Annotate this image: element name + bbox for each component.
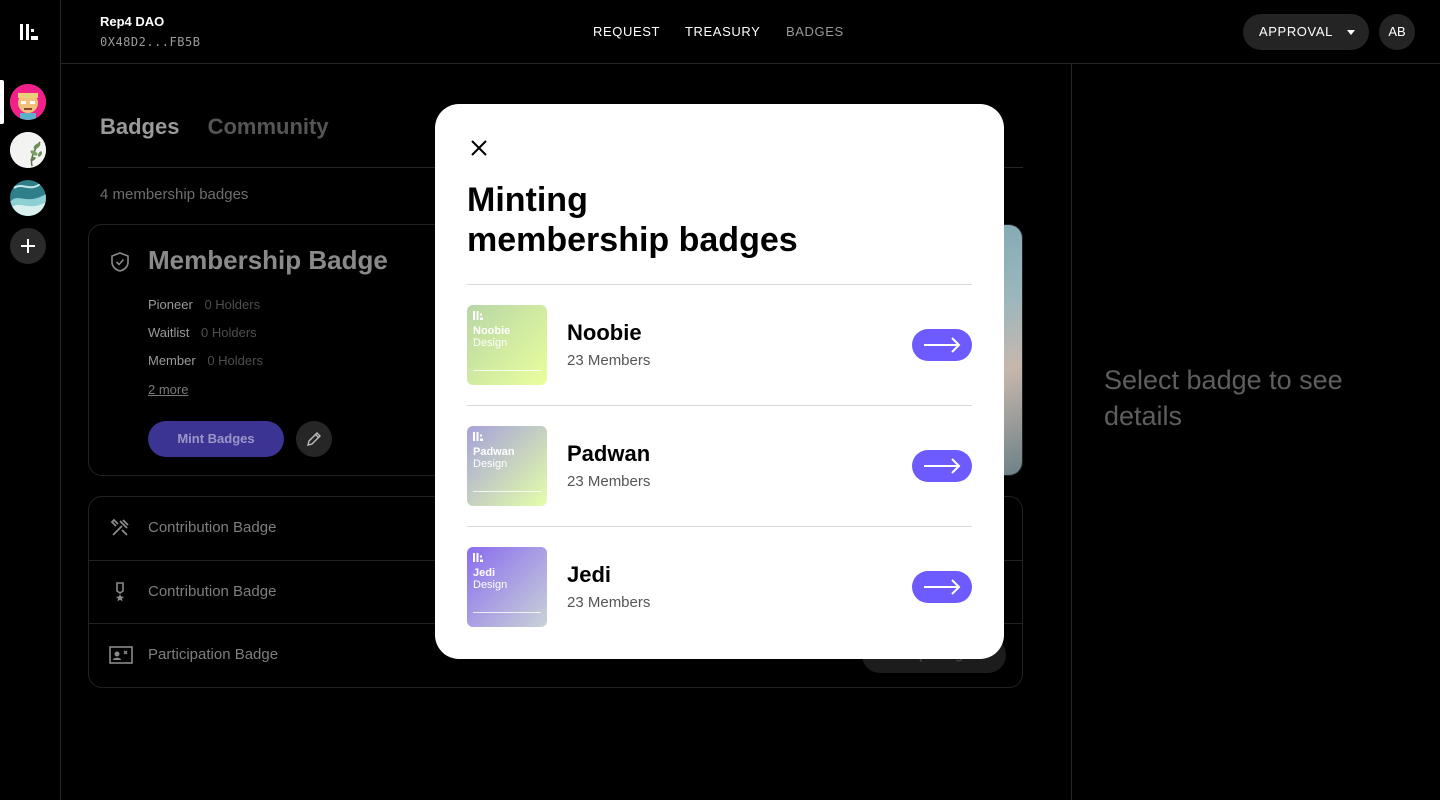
tier-holders: 0 Holders [204,297,261,312]
badge-count: 4 membership badges [100,186,249,203]
tier-row: Waitlist 0 Holders [148,325,263,353]
wave-avatar-icon [10,180,46,216]
brand-mark-icon [473,311,483,320]
tier-name: Member [148,353,196,368]
minting-modal: Minting membership badges Noobie Design … [435,104,1004,659]
mint-badge-row-jedi[interactable]: Jedi Design Jedi 23 Members [467,526,972,647]
modal-title-line1: Minting [467,181,588,219]
badge-thumbnail: Jedi Design [467,547,547,627]
dao-avatar-rep4[interactable] [10,84,46,120]
badge-members: 23 Members [567,594,651,611]
thumb-subtitle: Design [473,458,508,470]
membership-badge-title: Membership Badge [148,245,388,275]
top-bar: Rep4 DAO 0X48D2...FB5B REQUEST TREASURY … [61,0,1440,64]
shield-check-icon [111,252,129,272]
thumb-subtitle: Design [473,579,508,591]
arrow-right-icon [924,458,961,474]
tier-name: Pioneer [148,297,193,312]
nav-treasury[interactable]: TREASURY [685,24,760,39]
tier-row: Member 0 Holders [148,353,263,381]
badge-row-label: Contribution Badge [148,583,277,600]
nav-badges[interactable]: BADGES [786,24,844,39]
thumb-divider [473,491,541,492]
thumb-title: Padwan [473,446,515,458]
tier-row: Pioneer 0 Holders [148,297,263,325]
user-avatar[interactable]: AB [1379,14,1415,50]
badge-name: Padwan [567,441,651,466]
thumb-subtitle: Design [473,337,508,349]
arrow-right-icon [924,337,961,353]
badge-members: 23 Members [567,352,651,369]
tier-holders: 0 Holders [201,325,257,340]
tier-name: Waitlist [148,325,190,340]
pencil-icon [307,432,321,446]
arrow-right-icon [924,579,961,595]
thumb-divider [473,612,541,613]
id-card-icon [109,646,133,664]
badge-row-label: Contribution Badge [148,519,277,536]
dao-name: Rep4 DAO [100,14,165,29]
add-dao-button[interactable] [10,228,46,264]
thumb-title: Noobie [473,325,511,337]
brand-mark-icon [473,553,483,562]
tier-list: Pioneer 0 Holders Waitlist 0 Holders Mem… [148,297,263,381]
brand-mark-icon [473,432,483,441]
dao-avatar-plant[interactable] [10,132,46,168]
mint-jedi-button[interactable] [912,571,972,603]
badge-thumbnail: Noobie Design [467,305,547,385]
dao-avatar-wave[interactable] [10,180,46,216]
more-tiers-link[interactable]: 2 more [148,382,188,397]
tab-community[interactable]: Community [208,114,329,139]
edit-badge-button[interactable] [296,421,332,457]
ape-avatar-icon [10,84,46,120]
mint-padwan-button[interactable] [912,450,972,482]
thumb-divider [473,370,541,371]
details-empty-state: Select badge to see details [1104,365,1343,431]
tab-badges[interactable]: Badges [100,114,179,139]
approval-dropdown[interactable]: APPROVAL [1243,14,1369,50]
plus-icon [21,239,35,253]
left-rail [0,0,61,800]
medal-icon [116,582,124,602]
active-dao-indicator [0,80,4,124]
section-tabs: Badges Community [100,114,351,140]
tools-icon [110,518,129,536]
badge-name: Jedi [567,562,612,587]
tier-holders: 0 Holders [207,353,263,368]
thumb-title: Jedi [473,567,496,579]
badge-thumbnail: Padwan Design [467,426,547,506]
nav-request[interactable]: REQUEST [593,24,660,39]
mint-noobie-button[interactable] [912,329,972,361]
dao-address[interactable]: 0X48D2...FB5B [100,35,200,49]
modal-title-line2: membership badges [467,221,798,259]
app-logo-icon[interactable] [20,24,38,40]
approval-label: APPROVAL [1259,24,1333,39]
plant-avatar-icon [10,132,46,168]
badge-row-label: Participation Badge [148,646,279,663]
close-icon [471,140,487,156]
badge-members: 23 Members [567,473,651,490]
modal-title: Minting membership badges [467,180,967,260]
mint-badge-row-noobie[interactable]: Noobie Design Noobie 23 Members [467,284,972,405]
mint-badges-button[interactable]: Mint Badges [148,421,284,457]
details-panel: Select badge to see details [1071,64,1440,800]
caret-down-icon [1347,30,1355,35]
mint-badge-row-padwan[interactable]: Padwan Design Padwan 23 Members [467,405,972,526]
close-modal-button[interactable] [467,136,491,160]
badge-name: Noobie [567,320,642,345]
